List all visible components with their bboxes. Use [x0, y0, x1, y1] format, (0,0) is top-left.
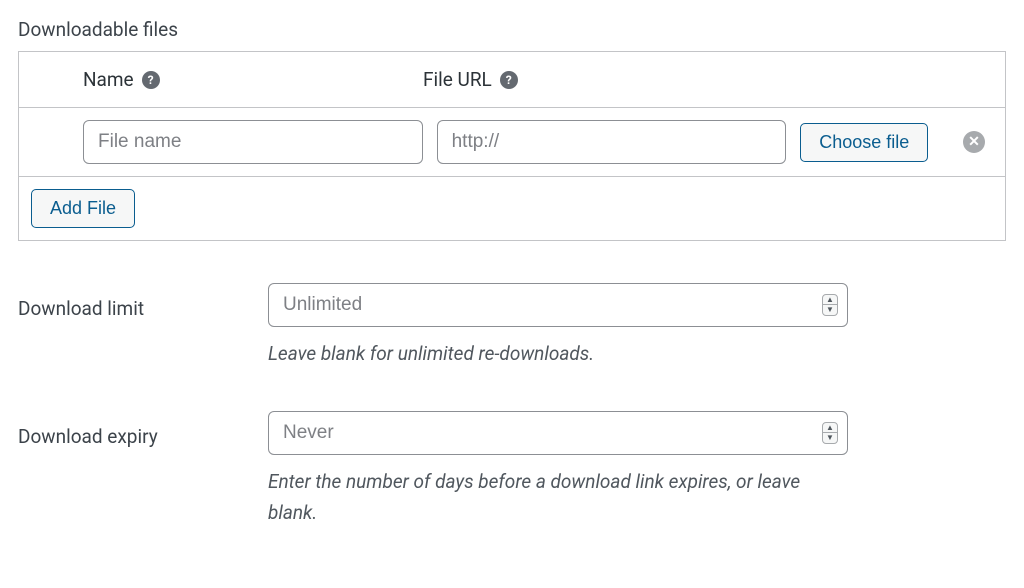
file-url-input[interactable] — [437, 120, 787, 164]
stepper-up-icon[interactable]: ▲ — [823, 295, 837, 305]
table-header: Name ? File URL ? — [19, 52, 1005, 108]
file-name-input[interactable] — [83, 120, 423, 164]
add-file-button[interactable]: Add File — [31, 189, 135, 228]
download-expiry-input[interactable] — [268, 411, 848, 455]
file-url-column-header: File URL — [423, 68, 492, 91]
download-expiry-label: Download expiry — [18, 411, 268, 448]
download-expiry-row: Download expiry ▲ ▼ Enter the number of … — [18, 411, 1006, 528]
number-stepper: ▲ ▼ — [822, 422, 838, 444]
name-column-header: Name — [83, 68, 134, 91]
downloadable-files-table: Name ? File URL ? Choose file ✕ Add File — [18, 51, 1006, 241]
download-limit-help: Leave blank for unlimited re-downloads. — [268, 339, 848, 369]
choose-file-button[interactable]: Choose file — [800, 123, 928, 162]
number-stepper: ▲ ▼ — [822, 294, 838, 316]
download-expiry-help: Enter the number of days before a downlo… — [268, 467, 848, 528]
stepper-down-icon[interactable]: ▼ — [823, 433, 837, 443]
stepper-up-icon[interactable]: ▲ — [823, 423, 837, 433]
help-icon[interactable]: ? — [500, 71, 518, 89]
download-limit-input[interactable] — [268, 283, 848, 327]
table-row: Choose file ✕ — [19, 108, 1005, 177]
delete-icon[interactable]: ✕ — [963, 131, 985, 153]
download-limit-label: Download limit — [18, 283, 268, 320]
help-icon[interactable]: ? — [142, 71, 160, 89]
download-limit-row: Download limit ▲ ▼ Leave blank for unlim… — [18, 283, 1006, 369]
stepper-down-icon[interactable]: ▼ — [823, 305, 837, 315]
table-footer: Add File — [19, 177, 1005, 240]
section-title: Downloadable files — [18, 18, 1006, 41]
